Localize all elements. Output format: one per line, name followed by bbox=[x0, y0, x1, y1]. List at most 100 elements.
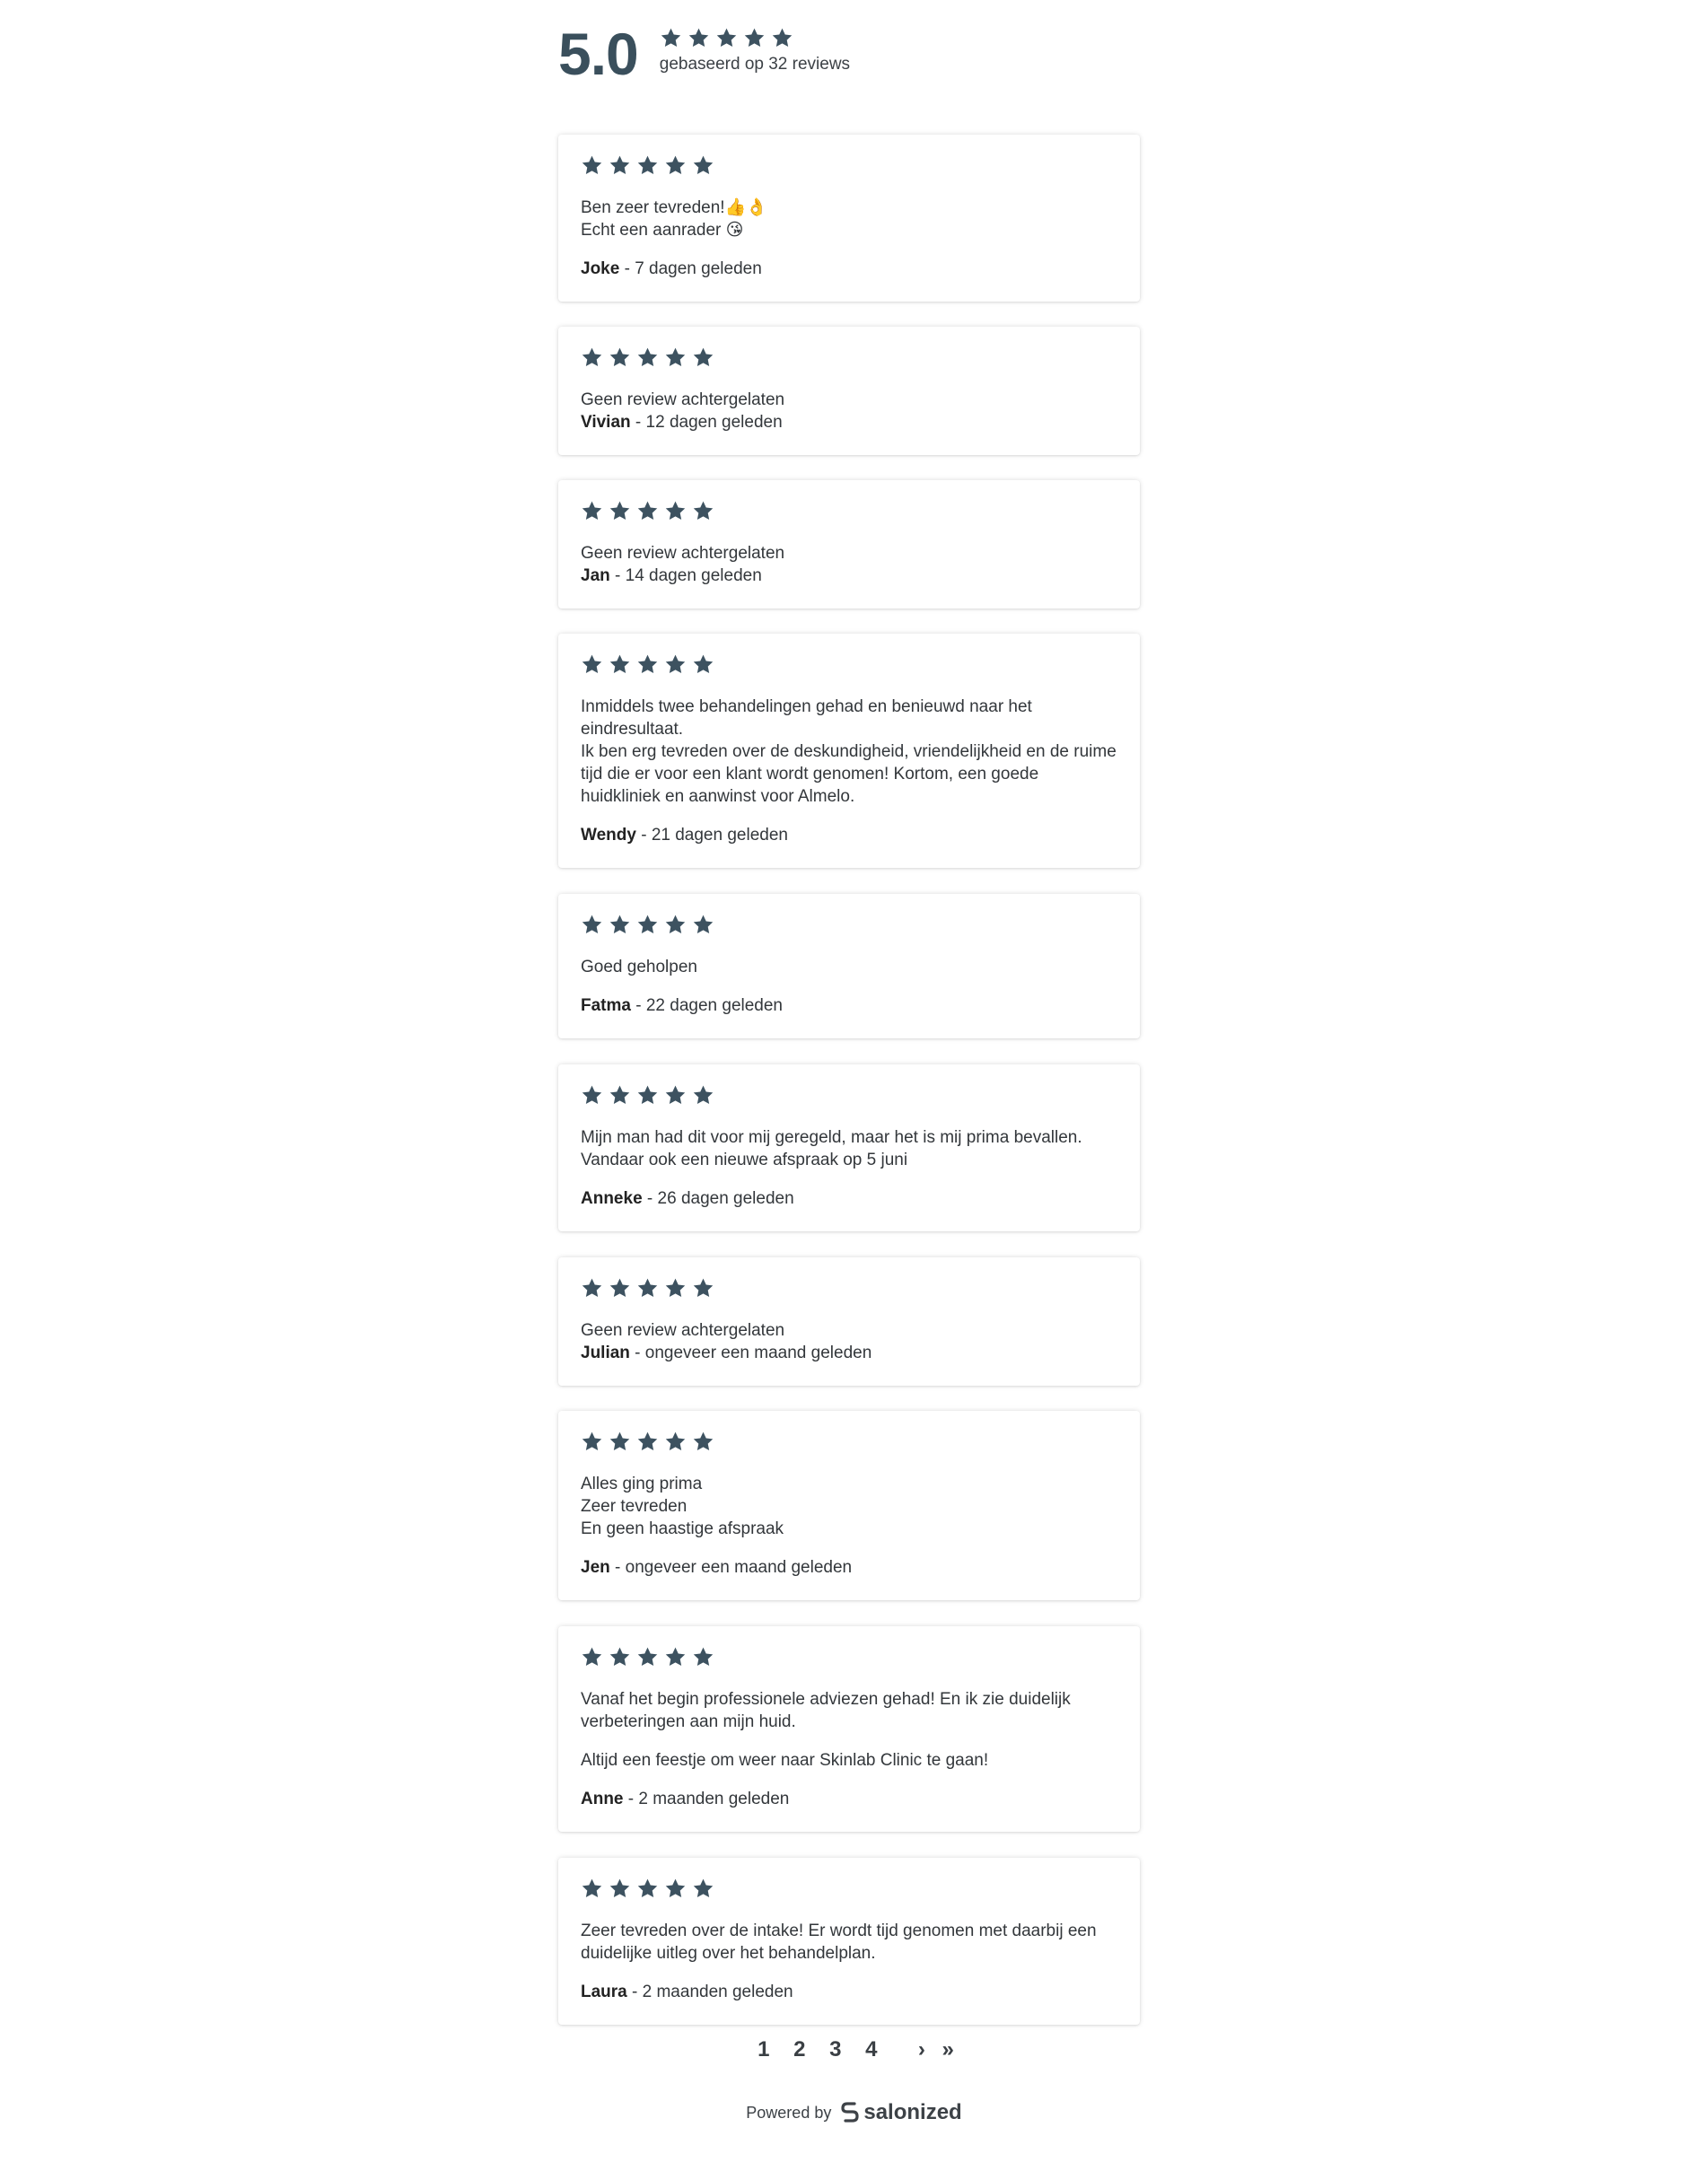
review-text: Geen review achtergelaten bbox=[581, 542, 1117, 565]
review-stars bbox=[581, 912, 1117, 937]
review-author: Joke bbox=[581, 259, 620, 278]
review-author: Wendy bbox=[581, 826, 636, 845]
star-icon bbox=[665, 155, 686, 174]
star-icon bbox=[665, 1085, 686, 1104]
review-line: Mijn man had dit voor mij geregeld, maar… bbox=[581, 1128, 1082, 1147]
salonized-link[interactable]: salonized bbox=[840, 2100, 962, 2125]
star-icon bbox=[665, 654, 686, 673]
star-icon bbox=[637, 1431, 658, 1450]
summary-details: gebaseerd op 32 reviews bbox=[660, 27, 850, 74]
powered-by-footer: Powered by salonized bbox=[0, 2100, 1708, 2125]
review-line: Altijd een feestje om weer naar Skinlab … bbox=[581, 1751, 989, 1770]
review-author: Vivian bbox=[581, 413, 631, 432]
review-stars bbox=[581, 1429, 1117, 1454]
star-icon bbox=[665, 501, 686, 520]
review-card: Geen review achtergelaten Vivian - 12 da… bbox=[558, 327, 1140, 455]
star-icon bbox=[693, 915, 714, 933]
star-icon bbox=[637, 1647, 658, 1666]
star-icon bbox=[637, 1085, 658, 1104]
review-text: Inmiddels twee behandelingen gehad en be… bbox=[581, 696, 1117, 808]
rating-summary: 5.0 gebaseerd op 32 reviews bbox=[558, 20, 850, 88]
brand-name: salonized bbox=[863, 2100, 962, 2124]
review-card: Ben zeer tevreden!👍👌 Echt een aanrader 😘… bbox=[558, 135, 1140, 302]
star-icon bbox=[609, 654, 630, 673]
next-page-button[interactable]: › bbox=[913, 2037, 931, 2062]
page-3-link[interactable]: 3 bbox=[820, 2037, 850, 2062]
review-text: Geen review achtergelaten bbox=[581, 1319, 1117, 1342]
review-stars bbox=[581, 1082, 1117, 1107]
review-line: Ben zeer tevreden!👍👌 bbox=[581, 198, 767, 217]
powered-by-label: Powered by bbox=[746, 2103, 832, 2122]
review-text: Goed geholpen bbox=[581, 956, 1117, 978]
review-stars bbox=[581, 1876, 1117, 1901]
review-line: Echt een aanrader 😘 bbox=[581, 221, 744, 240]
review-meta: Jen - ongeveer een maand geleden bbox=[581, 1556, 1117, 1579]
star-icon bbox=[582, 654, 602, 673]
review-date: - 2 maanden geleden bbox=[623, 1790, 790, 1808]
star-icon bbox=[693, 1431, 714, 1450]
star-icon bbox=[665, 1278, 686, 1297]
star-icon bbox=[693, 654, 714, 673]
star-icon bbox=[582, 1085, 602, 1104]
star-icon bbox=[744, 28, 764, 47]
review-card: Geen review achtergelaten Julian - ongev… bbox=[558, 1257, 1140, 1386]
review-date: - 26 dagen geleden bbox=[642, 1189, 794, 1208]
page-1-link[interactable]: 1 bbox=[749, 2037, 778, 2062]
summary-stars bbox=[660, 27, 850, 49]
review-line: Zeer tevreden over de intake! Er wordt t… bbox=[581, 1922, 1097, 1963]
review-meta: Laura - 2 maanden geleden bbox=[581, 1981, 1117, 2003]
star-icon bbox=[637, 654, 658, 673]
review-author: Anne bbox=[581, 1790, 624, 1808]
review-text: Alles ging prima Zeer tevreden En geen h… bbox=[581, 1473, 1117, 1540]
review-date: - 7 dagen geleden bbox=[619, 259, 762, 278]
review-card: Mijn man had dit voor mij geregeld, maar… bbox=[558, 1064, 1140, 1231]
star-icon bbox=[772, 28, 792, 47]
star-icon bbox=[609, 1278, 630, 1297]
review-date: - 21 dagen geleden bbox=[635, 826, 788, 845]
review-line: Goed geholpen bbox=[581, 958, 697, 976]
review-author: Julian bbox=[581, 1344, 630, 1362]
star-icon bbox=[665, 1878, 686, 1897]
review-line: Ik ben erg tevreden over de deskundighei… bbox=[581, 742, 1117, 806]
page-4-link[interactable]: 4 bbox=[856, 2037, 886, 2062]
last-page-button[interactable]: » bbox=[937, 2037, 959, 2062]
star-icon bbox=[582, 1647, 602, 1666]
reviews-widget: 5.0 gebaseerd op 32 reviews Ben zeer tev… bbox=[0, 0, 1708, 2171]
star-icon bbox=[637, 915, 658, 933]
star-icon bbox=[609, 347, 630, 366]
review-card: Geen review achtergelaten Jan - 14 dagen… bbox=[558, 480, 1140, 608]
review-author: Anneke bbox=[581, 1189, 643, 1208]
star-icon bbox=[582, 347, 602, 366]
review-card: Inmiddels twee behandelingen gehad en be… bbox=[558, 634, 1140, 868]
star-icon bbox=[693, 1878, 714, 1897]
star-icon bbox=[637, 501, 658, 520]
star-icon bbox=[582, 1278, 602, 1297]
star-icon bbox=[582, 501, 602, 520]
star-icon bbox=[693, 501, 714, 520]
salonized-logo-icon bbox=[841, 2102, 859, 2123]
pagination: 1 2 3 4 › » bbox=[0, 2037, 1708, 2062]
star-icon bbox=[637, 347, 658, 366]
review-stars bbox=[581, 153, 1117, 178]
star-icon bbox=[609, 1085, 630, 1104]
star-icon bbox=[609, 1647, 630, 1666]
star-icon bbox=[637, 1278, 658, 1297]
average-score: 5.0 bbox=[558, 21, 639, 87]
review-meta: Vivian - 12 dagen geleden bbox=[581, 411, 1117, 433]
star-icon bbox=[716, 28, 736, 47]
review-text: Geen review achtergelaten bbox=[581, 389, 1117, 411]
review-date: - 2 maanden geleden bbox=[626, 1983, 793, 2001]
review-date: - 14 dagen geleden bbox=[609, 566, 762, 585]
review-count: gebaseerd op 32 reviews bbox=[659, 55, 851, 74]
review-line: Geen review achtergelaten bbox=[581, 544, 785, 563]
star-icon bbox=[693, 155, 714, 174]
review-meta: Julian - ongeveer een maand geleden bbox=[581, 1342, 1117, 1364]
page-2-link[interactable]: 2 bbox=[784, 2037, 814, 2062]
review-line: Inmiddels twee behandelingen gehad en be… bbox=[581, 697, 1032, 739]
review-line: Vandaar ook een nieuwe afspraak op 5 jun… bbox=[581, 1151, 908, 1169]
star-icon bbox=[665, 1647, 686, 1666]
star-icon bbox=[582, 1431, 602, 1450]
star-icon bbox=[693, 1278, 714, 1297]
star-icon bbox=[609, 1878, 630, 1897]
review-meta: Fatma - 22 dagen geleden bbox=[581, 994, 1117, 1017]
